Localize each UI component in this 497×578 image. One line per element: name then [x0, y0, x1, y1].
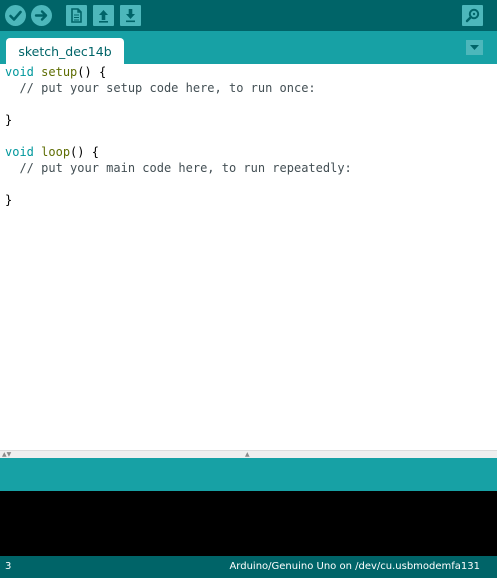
- collapse-up-arrow-icon[interactable]: ▲▼: [2, 451, 11, 458]
- verify-button[interactable]: [5, 5, 26, 26]
- arrow-right-icon: [34, 10, 48, 21]
- keyword: void: [5, 65, 34, 79]
- drag-handle-icon[interactable]: ▲: [245, 451, 250, 458]
- arrow-up-icon: [99, 10, 108, 23]
- keyword: void: [5, 145, 34, 159]
- function-name: setup: [41, 65, 78, 79]
- code-comment: // put your setup code here, to run once…: [5, 81, 316, 95]
- split-divider[interactable]: ▲▼ ▲: [0, 450, 497, 458]
- code-comment: // put your main code here, to run repea…: [5, 161, 352, 175]
- serial-monitor-button[interactable]: [462, 5, 483, 26]
- upload-button[interactable]: [31, 5, 52, 26]
- code-line: }: [5, 193, 13, 207]
- code-line: void loop() {: [5, 144, 99, 160]
- message-area: [0, 458, 497, 491]
- board-port-info: Arduino/Genuino Uno on /dev/cu.usbmodemf…: [229, 561, 480, 572]
- function-name: loop: [41, 145, 71, 159]
- save-button[interactable]: [120, 5, 141, 26]
- arrow-down-icon: [126, 9, 135, 23]
- checkmark-icon: [9, 10, 22, 21]
- tab-sketch[interactable]: sketch_dec14b: [6, 38, 124, 64]
- new-button[interactable]: [66, 5, 87, 26]
- status-bar: 3 Arduino/Genuino Uno on /dev/cu.usbmode…: [0, 556, 497, 578]
- triangle-down-icon: [470, 45, 479, 50]
- tab-menu-button[interactable]: [466, 40, 483, 55]
- code-editor[interactable]: void setup() { // put your setup code he…: [0, 64, 497, 450]
- code-text: () {: [77, 65, 107, 79]
- console-output: [0, 491, 497, 556]
- code-line: void setup() {: [5, 64, 106, 80]
- code-text: () {: [70, 145, 99, 159]
- open-button[interactable]: [93, 5, 114, 26]
- toolbar: [0, 0, 497, 31]
- tab-bar: sketch_dec14b: [0, 31, 497, 64]
- code-line: }: [5, 113, 13, 127]
- line-number: 3: [5, 561, 12, 572]
- new-file-icon: [71, 8, 82, 23]
- magnifier-icon: [465, 8, 480, 23]
